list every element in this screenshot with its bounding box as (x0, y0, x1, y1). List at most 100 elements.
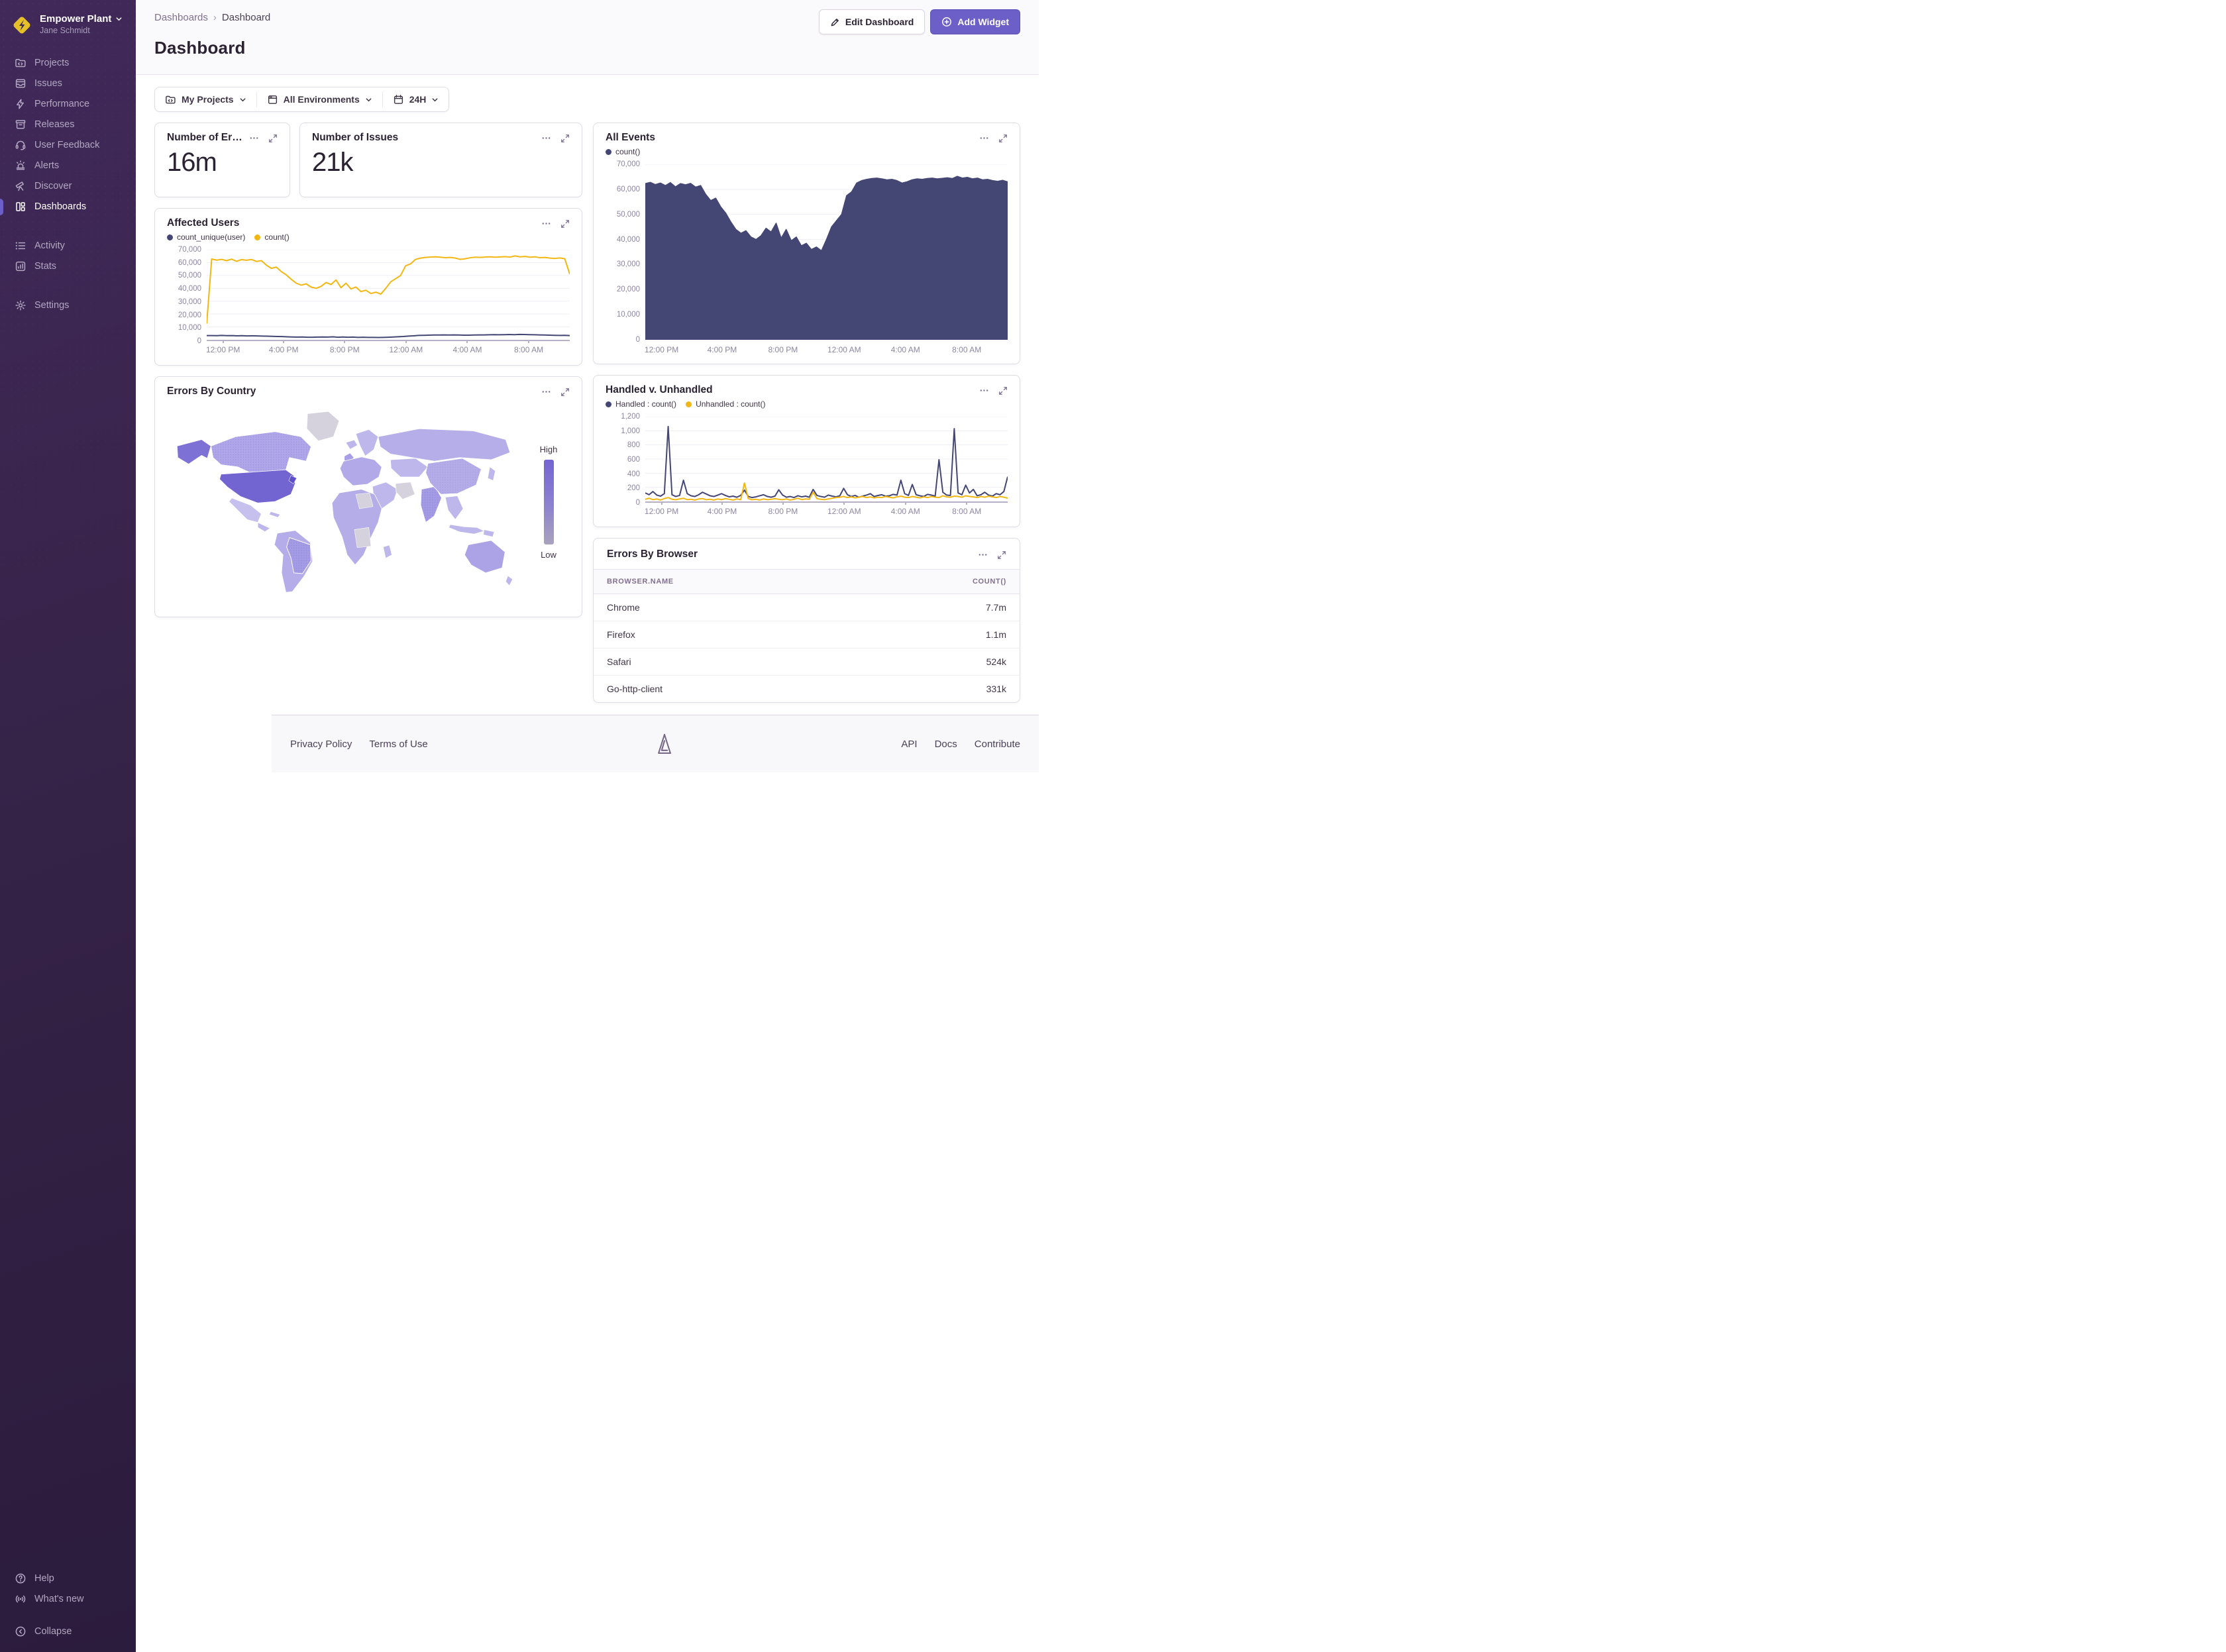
sentry-logo-icon (655, 733, 674, 755)
axis-label: 12:00 AM (827, 345, 861, 354)
expand-icon[interactable] (560, 387, 570, 397)
legend-item[interactable]: count() (254, 232, 289, 242)
widget-affected-users: Affected Users count_unique(user)count()… (154, 208, 582, 366)
axis-label: 800 (627, 441, 640, 449)
environment-filter[interactable]: All Environments (257, 87, 382, 111)
sidebar-item-label: Releases (34, 119, 74, 130)
expand-icon[interactable] (998, 386, 1008, 395)
legend-item[interactable]: Unhandled : count() (686, 399, 765, 409)
activity-icon (15, 240, 26, 252)
footer-link[interactable]: API (901, 739, 917, 750)
sidebar-item-projects[interactable]: Projects (0, 53, 136, 74)
axis-label: 70,000 (178, 246, 201, 254)
more-icon[interactable] (979, 386, 989, 395)
footer-link[interactable]: Terms of Use (369, 739, 427, 750)
legend-item[interactable]: Handled : count() (606, 399, 676, 409)
sidebar-item-performance[interactable]: Performance (0, 94, 136, 115)
sidebar-item-label: User Feedback (34, 140, 99, 150)
legend-dot (254, 234, 260, 240)
axis-label: 200 (627, 484, 640, 492)
legend-dot (686, 401, 692, 407)
count-cell: 331k (852, 676, 1020, 703)
all-events-chart: 010,00020,00030,00040,00050,00060,00070,… (606, 164, 1008, 340)
legend-label: count() (615, 147, 640, 156)
axis-label: 20,000 (178, 311, 201, 319)
sidebar-item-whats-new[interactable]: What's new (0, 1588, 136, 1609)
widget-all-events: All Events count() 010,00020,00030,00040… (593, 123, 1020, 364)
expand-icon[interactable] (998, 134, 1008, 143)
more-icon[interactable] (979, 133, 989, 143)
sidebar-item-alerts[interactable]: Alerts (0, 156, 136, 176)
axis-label: 20,000 (617, 285, 640, 293)
chart-canvas (207, 250, 570, 340)
footer-link[interactable]: Privacy Policy (290, 739, 352, 750)
sidebar-collapse-button[interactable]: Collapse (0, 1621, 136, 1641)
more-icon[interactable] (249, 133, 259, 143)
sidebar-item-user-feedback[interactable]: User Feedback (0, 135, 136, 156)
axis-label: 10,000 (617, 311, 640, 319)
errors-by-browser-table: BROWSER.NAME COUNT() Chrome7.7mFirefox1.… (594, 569, 1020, 702)
y-axis: 010,00020,00030,00040,00050,00060,00070,… (167, 250, 201, 341)
widget-title: Errors By Browser (607, 548, 698, 560)
axis-label: 0 (636, 336, 640, 344)
legend-item[interactable]: count_unique(user) (167, 232, 245, 242)
handled-chart: 02004006008001,0001,20012:00 PM4:00 PM8:… (606, 417, 1008, 503)
more-icon[interactable] (978, 550, 988, 560)
project-filter[interactable]: My Projects (155, 87, 256, 111)
sidebar-item-settings[interactable]: Settings (0, 295, 136, 316)
table-row: Go-http-client331k (594, 676, 1020, 703)
widget-errors-by-browser: Errors By Browser BROWSER.NAME COUNT() (593, 538, 1020, 703)
sidebar-item-discover[interactable]: Discover (0, 176, 136, 197)
legend-dot (167, 234, 173, 240)
sidebar-item-label: Discover (34, 181, 72, 191)
sentry-org-logo (11, 14, 33, 36)
axis-label: 0 (636, 499, 640, 507)
more-icon[interactable] (541, 387, 551, 397)
sidebar-item-issues[interactable]: Issues (0, 74, 136, 94)
sidebar-item-releases[interactable]: Releases (0, 115, 136, 135)
footer-link[interactable]: Docs (935, 739, 957, 750)
expand-icon[interactable] (268, 134, 278, 143)
org-switcher[interactable]: Empower Plant Jane Schmidt (0, 9, 136, 41)
axis-label: 1,200 (621, 413, 640, 421)
add-widget-button[interactable]: Add Widget (930, 9, 1020, 34)
breadcrumb-dashboards[interactable]: Dashboards (154, 12, 208, 23)
x-axis: 12:00 PM4:00 PM8:00 PM12:00 AM4:00 AM8:0… (645, 345, 1008, 357)
axis-tick (466, 340, 468, 343)
sidebar-item-help[interactable]: Help (0, 1568, 136, 1588)
expand-icon[interactable] (560, 134, 570, 143)
expand-icon[interactable] (997, 550, 1006, 560)
more-icon[interactable] (541, 133, 551, 143)
sidebar-item-label: Issues (34, 78, 62, 89)
axis-tick (661, 501, 662, 505)
table-row: Firefox1.1m (594, 621, 1020, 648)
footer-link[interactable]: Contribute (975, 739, 1020, 750)
more-icon[interactable] (541, 219, 551, 229)
table-row: Safari524k (594, 648, 1020, 676)
gear-icon (15, 299, 26, 311)
chart-canvas (645, 417, 1008, 501)
legend-item[interactable]: count() (606, 147, 640, 156)
legend-low-label: Low (541, 550, 556, 560)
expand-icon[interactable] (560, 219, 570, 229)
axis-label: 60,000 (178, 259, 201, 267)
y-axis: 02004006008001,0001,200 (606, 417, 640, 503)
axis-label: 50,000 (617, 211, 640, 219)
sidebar-item-label: Dashboards (34, 201, 86, 212)
legend-label: Unhandled : count() (696, 399, 765, 409)
sidebar-item-activity[interactable]: Activity (0, 236, 136, 256)
edit-dashboard-button[interactable]: Edit Dashboard (819, 9, 925, 34)
widget-title: Errors By Country (167, 386, 256, 397)
sidebar-item-label: Stats (34, 261, 56, 272)
dashboards-icon (15, 201, 26, 213)
sidebar-item-stats[interactable]: Stats (0, 256, 136, 277)
axis-label: 8:00 AM (952, 345, 981, 354)
widget-handled-v-unhandled: Handled v. Unhandled Handled : count() Un… (593, 375, 1020, 527)
widget-title: Number of Issues (312, 132, 398, 144)
legend-dot (606, 401, 611, 407)
big-number-value: 16m (167, 148, 278, 178)
time-range-filter[interactable]: 24H (383, 87, 449, 111)
widget-title: Handled v. Unhandled (606, 384, 713, 396)
sidebar-item-dashboards[interactable]: Dashboards (0, 197, 136, 217)
table-row: Chrome7.7m (594, 594, 1020, 621)
